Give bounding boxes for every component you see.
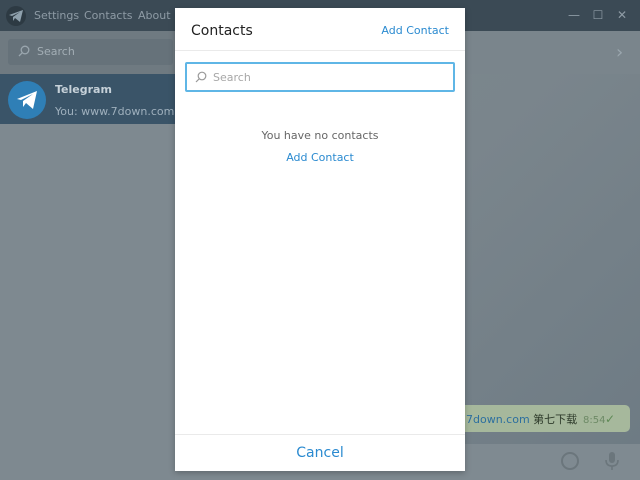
dialog-list (0, 124, 175, 480)
chevron-right-icon[interactable]: › (616, 42, 623, 63)
avatar (8, 81, 46, 119)
add-contact-button[interactable]: Add Contact (381, 24, 449, 37)
contacts-dialog: Contacts Add Contact You have no contact… (175, 8, 465, 471)
cancel-button[interactable]: Cancel (175, 435, 465, 471)
contacts-search-input[interactable] (213, 68, 448, 86)
emoji-icon[interactable] (561, 452, 579, 470)
contacts-search-field[interactable] (185, 62, 455, 92)
empty-state-add-contact-link[interactable]: Add Contact (175, 151, 465, 164)
dialog-name: Telegram (55, 83, 112, 96)
divider (175, 50, 465, 51)
sidebar-search-placeholder: Search (37, 45, 75, 58)
sidebar-search-input[interactable]: Search (8, 39, 173, 65)
microphone-icon[interactable] (605, 451, 619, 474)
maximize-icon[interactable]: ☐ (590, 7, 606, 23)
search-icon (18, 45, 30, 60)
telegram-logo-icon (6, 6, 26, 26)
message-body: 第七下载 (529, 413, 578, 426)
empty-state-text: You have no contacts (261, 129, 379, 142)
menu-settings[interactable]: Settings (34, 9, 79, 22)
close-icon[interactable]: ✕ (614, 7, 630, 23)
message-time: 8:54 (583, 415, 606, 426)
dialog-preview: You: www.7down.com 第 (55, 105, 175, 118)
minimize-icon[interactable]: — (566, 7, 582, 23)
message-link[interactable]: 7down.com (466, 413, 530, 426)
menu-about[interactable]: About (138, 9, 171, 22)
search-icon (195, 71, 207, 86)
menu-contacts[interactable]: Contacts (84, 9, 133, 22)
dialog-title: Contacts (191, 23, 253, 39)
check-icon: ✓ (605, 412, 616, 426)
message-text: 7down.com 第七下载 (466, 411, 577, 427)
sidebar-search-bar: Search (0, 31, 175, 74)
